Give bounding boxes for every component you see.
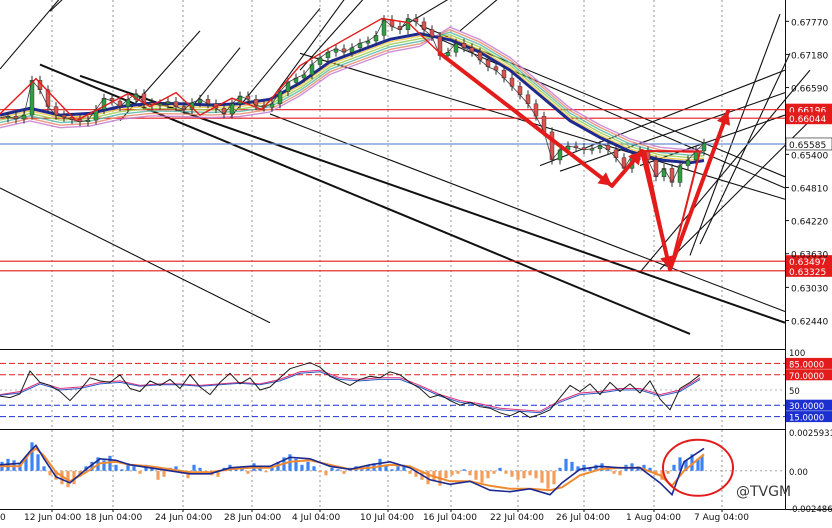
x-tick-label: 16 Jul 04:00 bbox=[423, 513, 477, 523]
macd-histogram-bar bbox=[162, 470, 166, 477]
x-tick-label: 1 Aug 04:00 bbox=[626, 513, 681, 523]
rsi-level-label: 15.0000 bbox=[789, 414, 824, 424]
y-tick-label: 0.67770 bbox=[791, 18, 828, 28]
macd-histogram-bar bbox=[48, 470, 52, 476]
macd-histogram-bar bbox=[492, 470, 496, 474]
y-tick-label: 0.67180 bbox=[791, 51, 828, 61]
macd-histogram-bar bbox=[396, 466, 400, 471]
macd-histogram-bar bbox=[324, 470, 328, 476]
macd-histogram-bar bbox=[480, 470, 484, 483]
macd-histogram-bar bbox=[42, 466, 46, 471]
macd-histogram-bar bbox=[528, 470, 532, 476]
macd-histogram-bar bbox=[510, 470, 514, 477]
macd-histogram-bar bbox=[516, 470, 520, 480]
macd-histogram-bar bbox=[462, 469, 466, 471]
rsi-tick-label: 50 bbox=[789, 387, 800, 397]
macd-histogram-bar bbox=[114, 464, 118, 471]
price-level-label: 0.63325 bbox=[789, 268, 826, 278]
y-tick-label: 0.62440 bbox=[791, 317, 828, 327]
macd-histogram-bar bbox=[330, 467, 334, 471]
macd-histogram-bar bbox=[666, 470, 670, 474]
x-tick-label: 7 Aug 04:00 bbox=[694, 513, 749, 523]
macd-histogram-bar bbox=[192, 464, 196, 471]
macd-tick-label: 0.00 bbox=[789, 468, 808, 478]
macd-histogram-bar bbox=[456, 470, 460, 474]
grid-layer bbox=[0, 0, 832, 524]
macd-histogram-bar bbox=[156, 470, 160, 480]
macd-histogram-bar bbox=[120, 469, 124, 471]
y-tick-label: 0.63630 bbox=[791, 251, 828, 261]
rsi-level-label: 70.0000 bbox=[789, 372, 824, 382]
macd-histogram-bar bbox=[558, 467, 562, 471]
rsi-level-label: 85.0000 bbox=[789, 360, 824, 370]
macd-histogram-bar bbox=[618, 470, 622, 476]
macd-histogram-bar bbox=[546, 470, 550, 489]
chart-stage: 0.66196 0.66044 0.65585 0.63497 0.63325 0.677… bbox=[0, 0, 832, 524]
x-tick-label: 28 Jun 04:00 bbox=[224, 513, 281, 523]
macd-histogram-bar bbox=[552, 470, 556, 485]
price-level-label: 0.66044 bbox=[789, 115, 826, 125]
macd-histogram-bar bbox=[612, 470, 616, 474]
macd-histogram-bar bbox=[36, 454, 40, 471]
x-tick-label: 4 Jul 04:00 bbox=[292, 513, 341, 523]
y-tick-label: 0.64810 bbox=[791, 184, 828, 194]
macd-histogram-bar bbox=[306, 461, 310, 471]
macd-histogram-bar bbox=[504, 470, 508, 474]
macd-histogram-bar bbox=[540, 470, 544, 483]
macd-histogram-bar bbox=[132, 466, 136, 471]
macd-histogram-bar bbox=[498, 467, 502, 471]
x-tick-label: 22 Jul 04:00 bbox=[490, 513, 544, 523]
background bbox=[0, 0, 832, 524]
y-tick-label: 0.65400 bbox=[791, 151, 828, 161]
x-tick-label: 10 Jul 04:00 bbox=[360, 513, 414, 523]
macd-histogram-bar bbox=[522, 470, 526, 479]
macd-histogram-bar bbox=[384, 466, 388, 471]
macd-histogram-bar bbox=[312, 466, 316, 471]
macd-histogram-bar bbox=[390, 469, 394, 471]
macd-histogram-bar bbox=[534, 470, 538, 479]
macd-histogram-bar bbox=[318, 470, 322, 473]
macd-tick-label: -0.0024865 bbox=[789, 505, 832, 515]
macd-histogram-bar bbox=[564, 458, 568, 471]
macd-histogram-bar bbox=[468, 470, 472, 476]
macd-histogram-bar bbox=[360, 469, 364, 471]
x-tick-label: 24 Jun 04:00 bbox=[155, 513, 212, 523]
rsi-level-label: 30.0000 bbox=[789, 402, 824, 412]
macd-tick-label: 0.0025931 bbox=[789, 429, 832, 439]
chart-svg: 0.661960.660440.655850.634970.633250.677… bbox=[0, 0, 832, 524]
macd-histogram-bar bbox=[138, 470, 142, 474]
macd-histogram-bar bbox=[378, 458, 382, 471]
x-tick-label: 12 Jun 04:00 bbox=[24, 513, 81, 523]
macd-histogram-bar bbox=[264, 470, 268, 473]
macd-histogram-bar bbox=[474, 470, 478, 480]
macd-histogram-bar bbox=[300, 464, 304, 471]
macd-histogram-bar bbox=[336, 469, 340, 471]
x-tick-label: 18 Jun 04:00 bbox=[85, 513, 142, 523]
rsi-tick-label: 100 bbox=[789, 349, 805, 359]
x-tick-label: 0 bbox=[0, 513, 6, 523]
macd-histogram-bar bbox=[672, 464, 676, 471]
macd-histogram-bar bbox=[198, 467, 202, 471]
macd-histogram-bar bbox=[444, 470, 448, 479]
macd-histogram-bar bbox=[408, 470, 412, 474]
macd-histogram-bar bbox=[570, 461, 574, 471]
macd-histogram-bar bbox=[246, 470, 250, 474]
x-tick-label: 26 Jul 04:00 bbox=[556, 513, 610, 523]
y-tick-label: 0.64220 bbox=[791, 218, 828, 228]
macd-histogram-bar bbox=[342, 470, 346, 474]
macd-histogram-bar bbox=[450, 470, 454, 476]
y-tick-label: 0.66590 bbox=[791, 85, 828, 95]
y-tick-label: 0.63030 bbox=[791, 284, 828, 294]
macd-histogram-bar bbox=[486, 470, 490, 479]
macd-histogram-bar bbox=[30, 442, 34, 471]
watermark-text: @TVGM bbox=[736, 484, 791, 500]
price-level-label: 0.65585 bbox=[789, 141, 826, 151]
